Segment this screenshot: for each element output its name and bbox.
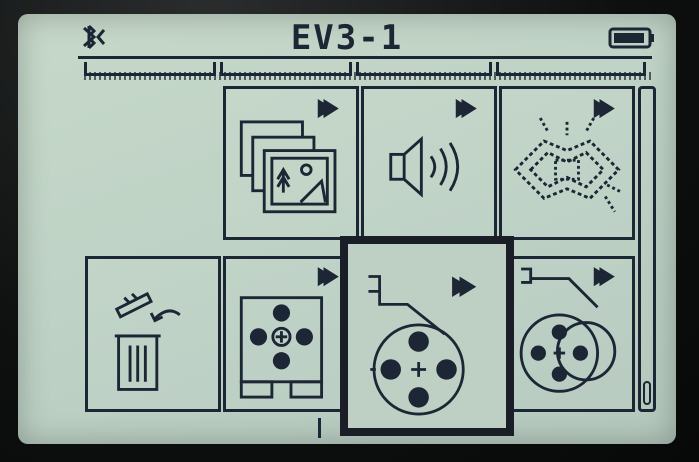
images-icon [239, 98, 339, 214]
scrollbar[interactable] [638, 86, 656, 412]
sound-browser-app[interactable] [361, 86, 497, 240]
scrollbar-thumb[interactable] [643, 381, 651, 405]
tab-brick-apps[interactable] [356, 62, 492, 76]
motor-control-app[interactable] [223, 256, 359, 412]
run-arrow-icon [317, 98, 339, 119]
brick-name-title: EV3-1 [290, 18, 404, 58]
brick-program-app[interactable] [499, 86, 635, 240]
light-pattern-icon [513, 98, 624, 213]
tab-settings[interactable] [496, 62, 646, 76]
motor-wheel-icon [368, 275, 477, 416]
tab-bar [84, 62, 654, 86]
speaker-icon [389, 98, 477, 198]
delete-files-app[interactable] [85, 256, 221, 412]
status-divider [78, 56, 652, 59]
trash-icon [114, 291, 181, 391]
tab-recent-programs[interactable] [84, 62, 216, 76]
lcd-screen: EV3-1 [18, 14, 676, 444]
status-bar: EV3-1 [18, 14, 676, 62]
image-browser-app[interactable] [223, 86, 359, 240]
tab-file-navigation[interactable] [220, 62, 352, 76]
brick-buttons-icon [239, 267, 339, 399]
ir-control-app[interactable] [342, 238, 512, 434]
run-arrow-icon [452, 276, 477, 297]
port-view-app[interactable] [499, 256, 635, 412]
motor-wheels-icon [519, 267, 617, 393]
battery-icon [608, 27, 654, 49]
page-indicator [318, 418, 331, 438]
